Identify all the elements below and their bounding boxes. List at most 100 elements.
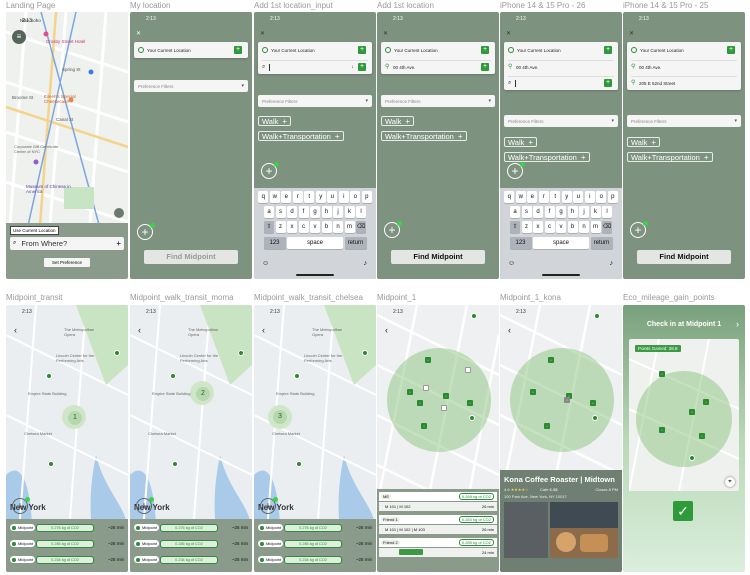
midpoint-marker[interactable]: 2	[196, 387, 210, 401]
key-r[interactable]: r	[292, 191, 303, 203]
place-photo[interactable]	[504, 502, 548, 558]
key-space[interactable]: space	[533, 237, 589, 249]
address-text[interactable]: 00 4th Ave.	[516, 65, 538, 70]
location-marker[interactable]	[594, 313, 600, 319]
key-x[interactable]: x	[287, 221, 297, 233]
checkmark-icon[interactable]: ✓	[673, 501, 693, 521]
key-i[interactable]: i	[584, 191, 595, 203]
add-fab-button[interactable]: +	[136, 497, 154, 514]
back-arrow-icon[interactable]: ‹	[14, 325, 17, 335]
location-marker[interactable]	[592, 415, 598, 421]
key-q[interactable]: q	[504, 191, 515, 203]
key-l[interactable]: l	[356, 206, 366, 218]
add-location-button[interactable]: +	[604, 46, 612, 54]
location-search-input[interactable]: ⌕ ↓ +	[262, 60, 368, 73]
preference-filters-select[interactable]: Preference Filters ▾	[627, 115, 741, 127]
place-marker[interactable]	[441, 405, 447, 411]
key-a[interactable]: a	[510, 206, 520, 218]
key-e[interactable]: e	[527, 191, 538, 203]
emoji-icon[interactable]: ☺	[508, 260, 515, 267]
preference-filters-select[interactable]: Preference Filters ▾	[504, 115, 618, 127]
route-row[interactable]: M 101 | M 102 26 min	[379, 502, 497, 511]
place-marker[interactable]: •	[699, 433, 705, 439]
key-j[interactable]: j	[579, 206, 589, 218]
key-f[interactable]: f	[298, 206, 309, 218]
add-fab-button[interactable]: +	[260, 497, 278, 514]
key-space[interactable]: space	[287, 237, 343, 249]
key-m[interactable]: m	[590, 221, 601, 233]
co2-row[interactable]: Midpoint 0.276 kg of CO2 ~26 min	[258, 523, 372, 532]
place-marker[interactable]: •	[659, 427, 665, 433]
location-search-input[interactable]: ⌕ +	[508, 76, 614, 89]
key-z[interactable]: z	[275, 221, 286, 233]
location-marker[interactable]	[362, 350, 368, 356]
place-marker[interactable]: •	[590, 400, 596, 406]
add-fab-button[interactable]: +	[12, 497, 30, 514]
add-fab-button[interactable]: +	[507, 162, 525, 179]
close-icon[interactable]: ✕	[136, 30, 141, 37]
co2-row[interactable]: Midpoint 0.234 kg of CO2 ~25 min	[134, 555, 248, 564]
location-marker[interactable]	[469, 415, 475, 421]
backspace-key[interactable]: ⌫	[356, 221, 366, 233]
add-fab-button[interactable]: +	[137, 223, 155, 240]
key-j[interactable]: j	[333, 206, 343, 218]
location-marker[interactable]	[471, 313, 477, 319]
key-return[interactable]: return	[590, 237, 613, 249]
key-h[interactable]: h	[321, 206, 332, 218]
friend-card[interactable]: ME 0.268 kg of CO2	[379, 492, 497, 501]
key-k[interactable]: k	[590, 206, 601, 218]
back-arrow-icon[interactable]: ‹	[508, 325, 511, 335]
key-b[interactable]: b	[567, 221, 578, 233]
address-text[interactable]: 00 4th Ave.	[639, 65, 661, 70]
key-r[interactable]: r	[538, 191, 549, 203]
preference-filters-select[interactable]: Preference Filters ▾	[258, 95, 372, 107]
route-row[interactable]: M 101 | M 102 | M 103 26 min	[379, 525, 497, 534]
key-g[interactable]: g	[556, 206, 566, 218]
chip-walk-transportation[interactable]: Walk+Transportation +	[381, 131, 467, 141]
key-n[interactable]: n	[579, 221, 589, 233]
locate-icon[interactable]	[114, 208, 124, 218]
locate-icon[interactable]: ⌖	[725, 477, 735, 487]
add-location-button[interactable]: +	[234, 46, 242, 54]
key-q[interactable]: q	[258, 191, 269, 203]
mic-icon[interactable]: ♪	[364, 260, 368, 267]
shift-key[interactable]: ⇧	[510, 221, 520, 233]
add-location-button[interactable]: +	[481, 46, 489, 54]
key-u[interactable]: u	[573, 191, 584, 203]
key-z[interactable]: z	[521, 221, 532, 233]
place-marker[interactable]: •	[407, 389, 413, 395]
menu-icon[interactable]: ≡	[12, 30, 26, 44]
back-arrow-icon[interactable]: ‹	[262, 325, 265, 335]
close-icon[interactable]: ✕	[383, 30, 388, 37]
place-marker[interactable]: •	[548, 357, 554, 363]
preference-filters-select[interactable]: Preference Filters ▾	[134, 80, 248, 92]
find-midpoint-button[interactable]: Find Midpoint	[637, 250, 731, 264]
key-t[interactable]: t	[304, 191, 315, 203]
co2-row[interactable]: Midpoint 0.234 kg of CO2 ~25 min	[10, 555, 124, 564]
co2-row[interactable]: Midpoint 0.234 kg of CO2 ~25 min	[258, 555, 372, 564]
key-s[interactable]: s	[521, 206, 532, 218]
key-return[interactable]: return	[344, 237, 367, 249]
place-marker[interactable]: •	[544, 423, 550, 429]
back-arrow-icon[interactable]: ‹	[138, 325, 141, 335]
midpoint-marker[interactable]: 3	[273, 410, 287, 424]
chip-walk-transportation[interactable]: Walk+Transportation +	[627, 152, 713, 162]
chevron-right-icon[interactable]: ›	[736, 319, 739, 329]
co2-row[interactable]: Midpoint 0.285 kg of CO2 ~26 min	[258, 539, 372, 548]
location-marker[interactable]	[170, 373, 176, 379]
key-w[interactable]: w	[269, 191, 280, 203]
friend-card[interactable]: Friend 2 0.285 kg of CO2	[379, 538, 497, 547]
key-n[interactable]: n	[333, 221, 343, 233]
key-f[interactable]: f	[544, 206, 555, 218]
key-x[interactable]: x	[533, 221, 543, 233]
add-location-button[interactable]: +	[358, 46, 366, 54]
plus-icon[interactable]: +	[116, 239, 121, 248]
key-y[interactable]: y	[561, 191, 572, 203]
key-p[interactable]: p	[607, 191, 618, 203]
key-s[interactable]: s	[275, 206, 286, 218]
key-v[interactable]: v	[310, 221, 320, 233]
key-y[interactable]: y	[315, 191, 326, 203]
add-location-button[interactable]: +	[481, 63, 489, 71]
co2-row[interactable]: Midpoint 0.285 kg of CO2 ~26 min	[10, 539, 124, 548]
place-marker[interactable]: •	[443, 393, 449, 399]
